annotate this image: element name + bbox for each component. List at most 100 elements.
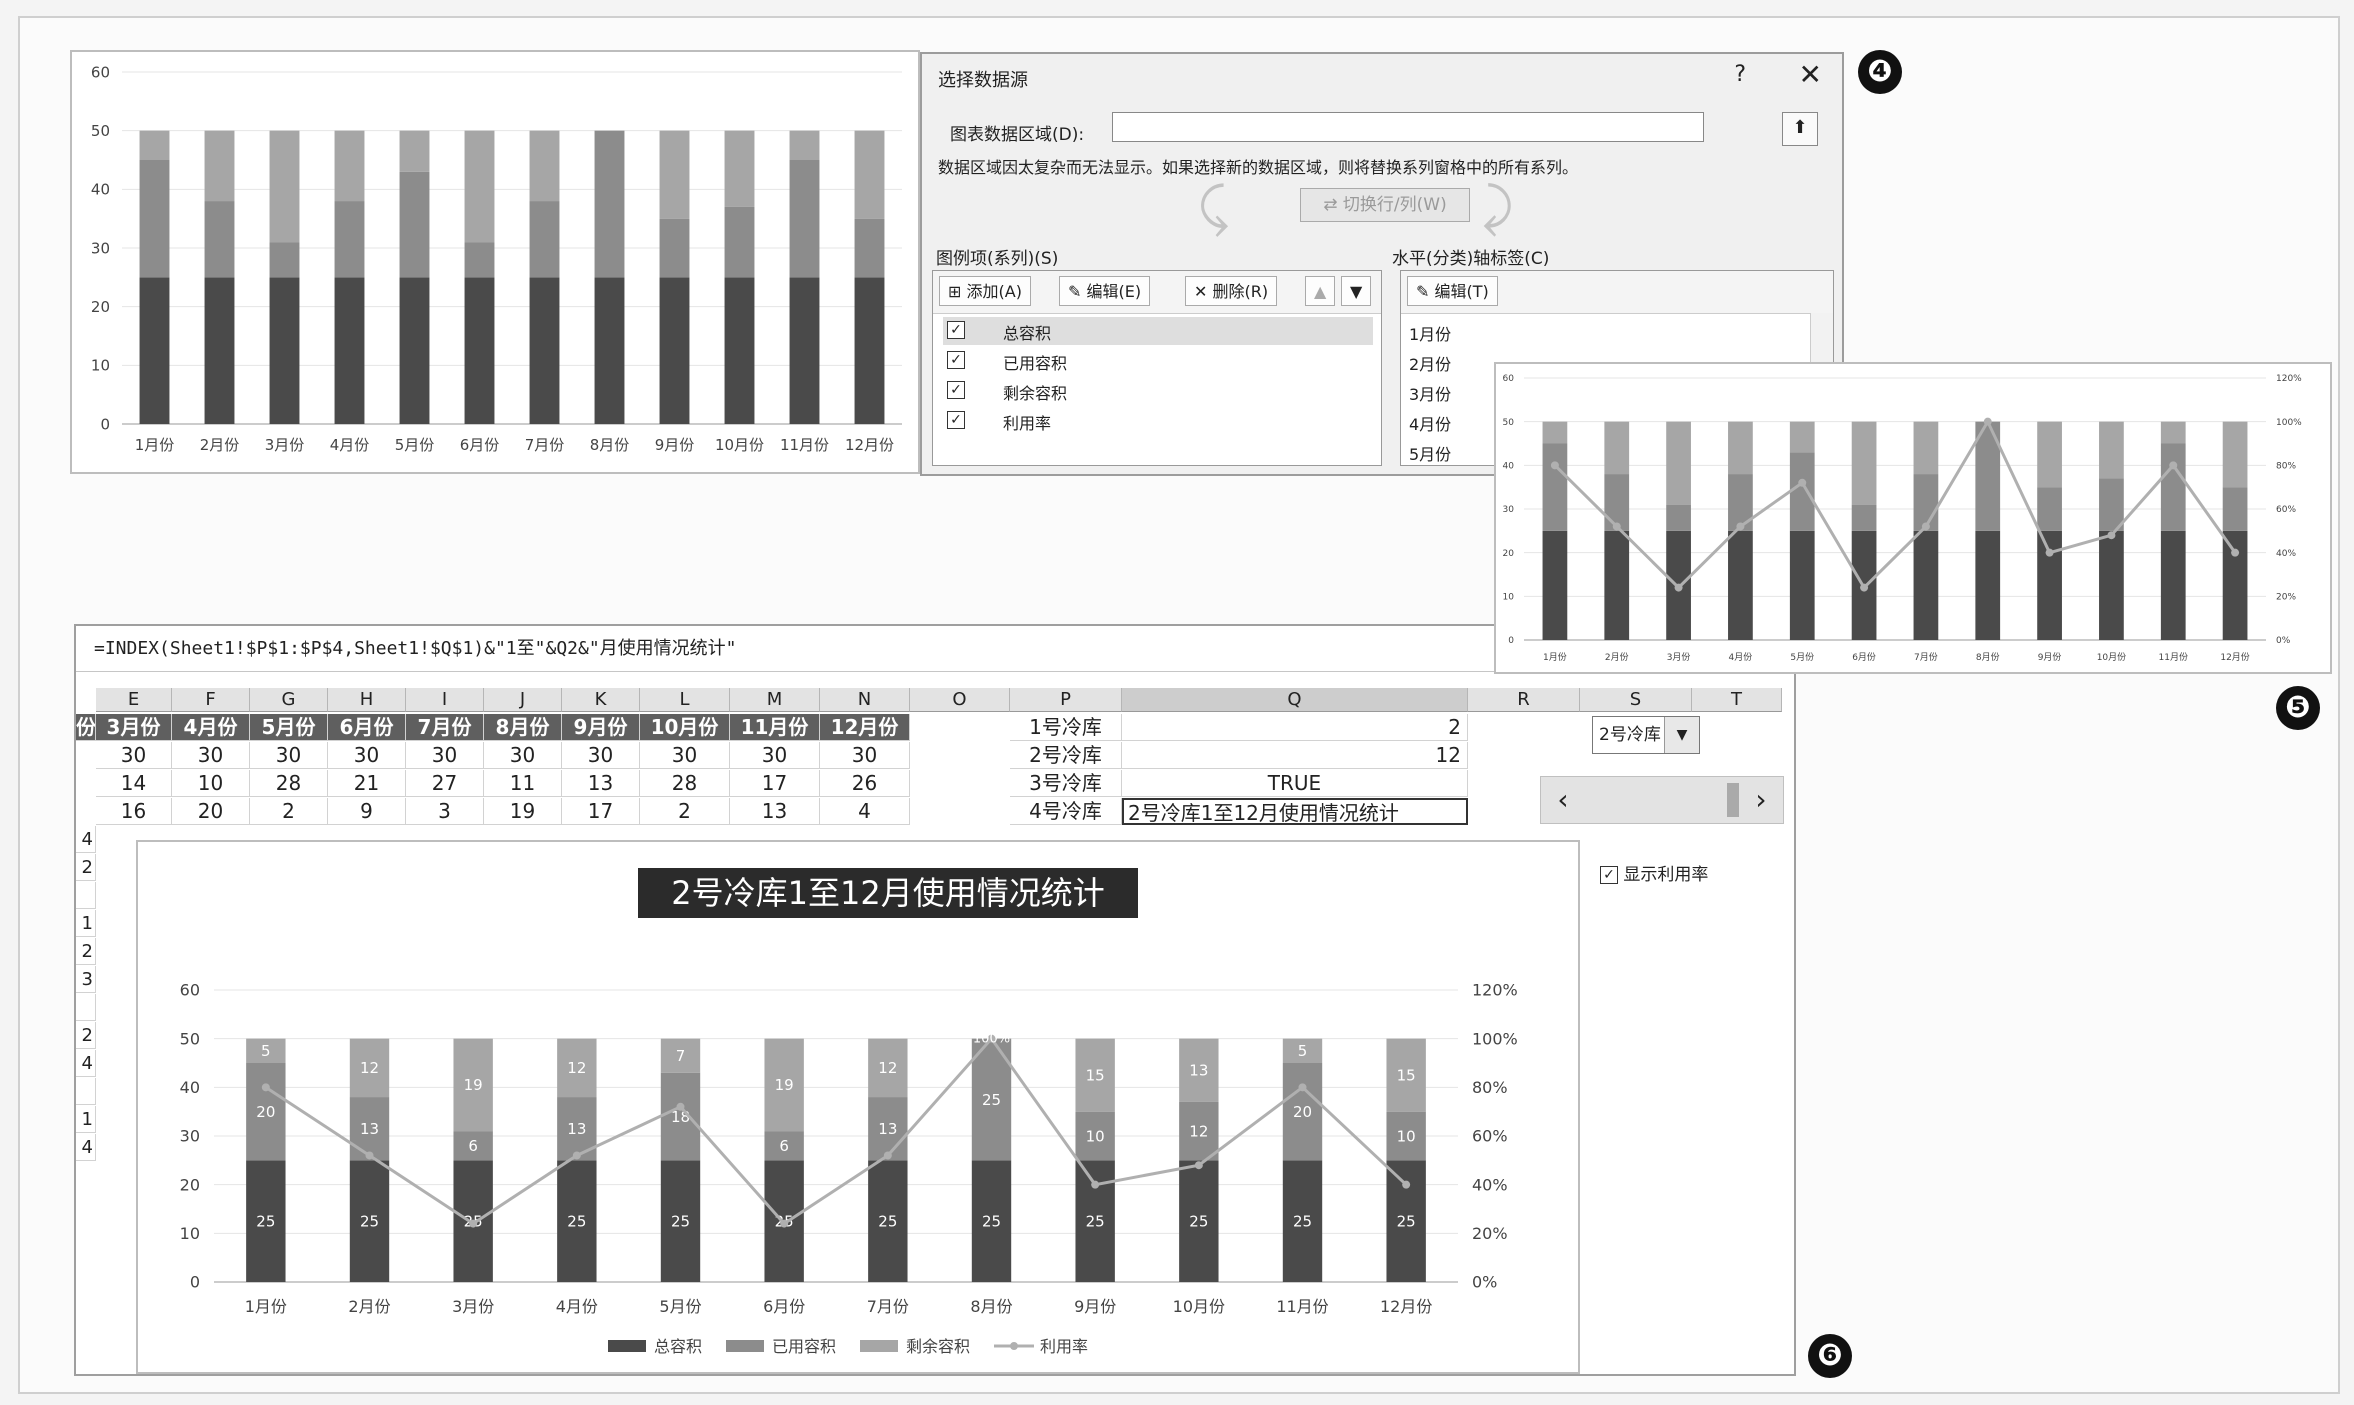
data-cell[interactable]: 13 <box>562 770 640 797</box>
column-header[interactable]: N <box>820 688 910 712</box>
warehouse-name-cell[interactable]: 1号冷库 <box>1010 714 1122 741</box>
data-cell[interactable]: 2 <box>640 798 730 825</box>
data-cell[interactable]: 20 <box>172 798 250 825</box>
warehouse-name-cell[interactable]: 3号冷库 <box>1010 770 1122 797</box>
data-cell[interactable]: 14 <box>96 770 172 797</box>
data-cell[interactable]: 17 <box>730 770 820 797</box>
column-header[interactable]: P <box>1010 688 1122 712</box>
checkbox-icon[interactable]: ✓ <box>1600 866 1618 884</box>
data-cell[interactable]: 19 <box>484 798 562 825</box>
checkbox-icon[interactable]: ✓ <box>947 321 965 339</box>
q-value-cell[interactable]: 2 <box>1122 714 1468 741</box>
data-cell[interactable]: 30 <box>96 742 172 769</box>
data-cell[interactable]: 30 <box>484 742 562 769</box>
column-header[interactable]: E <box>96 688 172 712</box>
month-header-cell[interactable]: 4月份 <box>172 714 250 741</box>
chevron-down-icon[interactable]: ▼ <box>1664 717 1699 753</box>
data-cell[interactable]: 30 <box>406 742 484 769</box>
axis-label-item[interactable]: 2月份 <box>1409 351 1451 375</box>
data-cell[interactable]: 30 <box>250 742 328 769</box>
edit-axis-button[interactable]: ✎ 编辑(T) <box>1407 276 1498 306</box>
series-item[interactable]: ✓ 利用率 <box>943 407 1373 435</box>
partial-cell[interactable]: 2 <box>76 854 96 881</box>
month-header-cell[interactable]: 3月份 <box>96 714 172 741</box>
collapse-dialog-icon[interactable]: ⬆ <box>1782 112 1818 146</box>
partial-cell[interactable]: 1 <box>76 910 96 937</box>
month-header-cell[interactable]: 12月份 <box>820 714 910 741</box>
partial-cell[interactable] <box>76 1078 96 1105</box>
axis-label-item[interactable]: 1月份 <box>1409 321 1451 345</box>
month-header-cell[interactable]: 10月份 <box>640 714 730 741</box>
data-cell[interactable]: 30 <box>562 742 640 769</box>
column-header[interactable]: J <box>484 688 562 712</box>
column-header[interactable]: H <box>328 688 406 712</box>
show-rate-checkbox[interactable]: ✓ 显示利用率 <box>1600 860 1708 885</box>
data-cell[interactable]: 16 <box>96 798 172 825</box>
checkbox-icon[interactable]: ✓ <box>947 351 965 369</box>
column-header[interactable]: G <box>250 688 328 712</box>
month-header-cell[interactable]: 7月份 <box>406 714 484 741</box>
month-header-cell[interactable]: 份 <box>76 714 96 741</box>
series-item[interactable]: ✓ 已用容积 <box>943 347 1373 375</box>
q-value-cell[interactable]: 12 <box>1122 742 1468 769</box>
checkbox-icon[interactable]: ✓ <box>947 381 965 399</box>
column-header[interactable]: R <box>1468 688 1580 712</box>
data-cell[interactable]: 10 <box>172 770 250 797</box>
month-header-cell[interactable]: 9月份 <box>562 714 640 741</box>
partial-cell[interactable]: 2 <box>76 938 96 965</box>
add-series-button[interactable]: ⊞ 添加(A) <box>939 276 1031 306</box>
month-scrollbar[interactable]: ‹ › <box>1540 776 1784 824</box>
partial-cell[interactable]: 4 <box>76 1050 96 1077</box>
data-cell[interactable]: 30 <box>820 742 910 769</box>
data-cell[interactable]: 9 <box>328 798 406 825</box>
move-up-icon[interactable]: ▲ <box>1305 276 1336 306</box>
switch-row-column-button[interactable]: ⇄ 切换行/列(W) <box>1300 188 1470 222</box>
data-cell[interactable]: 30 <box>328 742 406 769</box>
edit-series-button[interactable]: ✎ 编辑(E) <box>1059 276 1151 306</box>
data-cell[interactable]: 4 <box>820 798 910 825</box>
move-down-icon[interactable]: ▼ <box>1341 276 1372 306</box>
column-header[interactable]: F <box>172 688 250 712</box>
checkbox-icon[interactable]: ✓ <box>947 411 965 429</box>
data-cell[interactable]: 30 <box>730 742 820 769</box>
series-item[interactable]: ✓ 剩余容积 <box>943 377 1373 405</box>
data-cell[interactable]: 2 <box>250 798 328 825</box>
help-button[interactable]: ? <box>1734 62 1746 87</box>
scroll-thumb[interactable] <box>1727 783 1739 817</box>
warehouse-name-cell[interactable]: 2号冷库 <box>1010 742 1122 769</box>
data-cell[interactable]: 28 <box>640 770 730 797</box>
column-header[interactable]: S <box>1580 688 1692 712</box>
partial-cell[interactable]: 3 <box>76 966 96 993</box>
scroll-left-icon[interactable]: ‹ <box>1541 777 1585 823</box>
month-header-cell[interactable]: 5月份 <box>250 714 328 741</box>
partial-cell[interactable] <box>76 882 96 909</box>
data-cell[interactable]: 3 <box>406 798 484 825</box>
q-value-cell[interactable]: 2号冷库1至12月使用情况统计 <box>1122 798 1468 825</box>
scroll-right-icon[interactable]: › <box>1739 777 1783 823</box>
column-header[interactable]: Q <box>1122 688 1468 712</box>
axis-label-item[interactable]: 3月份 <box>1409 381 1451 405</box>
month-header-cell[interactable]: 8月份 <box>484 714 562 741</box>
axis-label-item[interactable]: 5月份 <box>1409 441 1451 465</box>
axis-label-item[interactable]: 4月份 <box>1409 411 1451 435</box>
warehouse-dropdown[interactable]: 2号冷库 ▼ <box>1592 716 1700 754</box>
partial-cell[interactable]: 4 <box>76 826 96 853</box>
data-cell[interactable]: 17 <box>562 798 640 825</box>
chart-data-range-input[interactable] <box>1112 112 1704 142</box>
column-header[interactable]: L <box>640 688 730 712</box>
series-item[interactable]: ✓ 总容积 <box>943 317 1373 345</box>
data-cell[interactable]: 27 <box>406 770 484 797</box>
q-value-cell[interactable]: TRUE <box>1122 770 1468 797</box>
partial-cell[interactable] <box>76 994 96 1021</box>
column-header[interactable]: K <box>562 688 640 712</box>
month-header-cell[interactable]: 6月份 <box>328 714 406 741</box>
data-cell[interactable]: 30 <box>640 742 730 769</box>
data-cell[interactable]: 21 <box>328 770 406 797</box>
warehouse-name-cell[interactable]: 4号冷库 <box>1010 798 1122 825</box>
column-header[interactable]: T <box>1692 688 1782 712</box>
close-button[interactable]: ✕ <box>1799 58 1822 91</box>
column-header[interactable]: O <box>910 688 1010 712</box>
data-cell[interactable]: 28 <box>250 770 328 797</box>
partial-cell[interactable]: 1 <box>76 1106 96 1133</box>
column-header[interactable]: M <box>730 688 820 712</box>
